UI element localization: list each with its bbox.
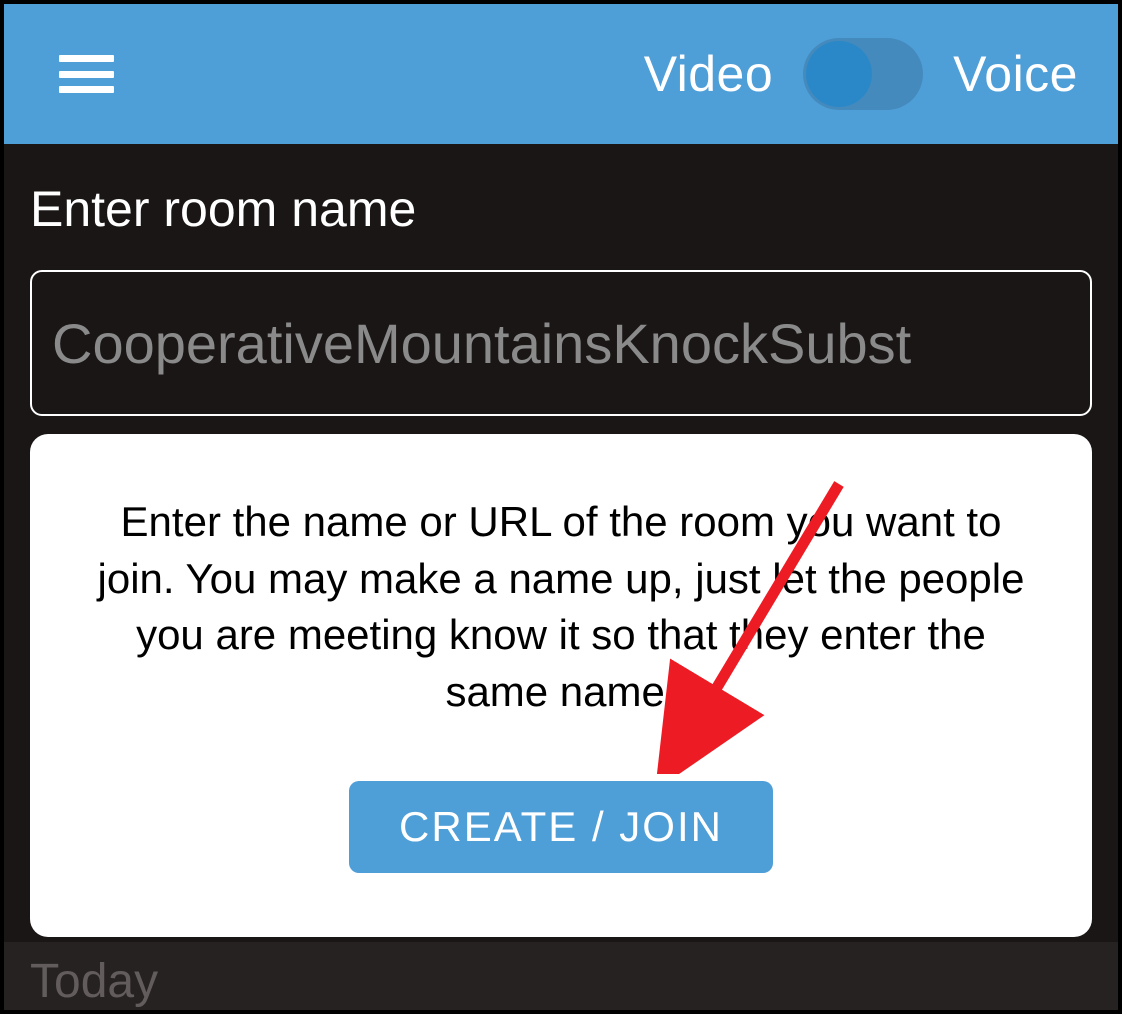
room-name-label: Enter room name	[30, 180, 1092, 238]
footer-label: Today	[30, 955, 158, 1008]
mode-label-video: Video	[644, 45, 773, 103]
footer-bar: Today	[4, 942, 1118, 1010]
help-text: Enter the name or URL of the room you wa…	[80, 494, 1042, 721]
create-join-button[interactable]: CREATE / JOIN	[349, 781, 773, 873]
help-card: Enter the name or URL of the room you wa…	[30, 434, 1092, 937]
mode-label-voice: Voice	[953, 45, 1078, 103]
toggle-knob	[806, 41, 872, 107]
room-name-input[interactable]	[30, 270, 1092, 416]
video-voice-toggle[interactable]	[803, 38, 923, 110]
app-frame: Video Voice Enter room name Enter the na…	[0, 0, 1122, 1014]
app-header: Video Voice	[4, 4, 1118, 144]
main-content: Enter room name Enter the name or URL of…	[4, 144, 1118, 937]
menu-icon[interactable]	[59, 55, 114, 93]
